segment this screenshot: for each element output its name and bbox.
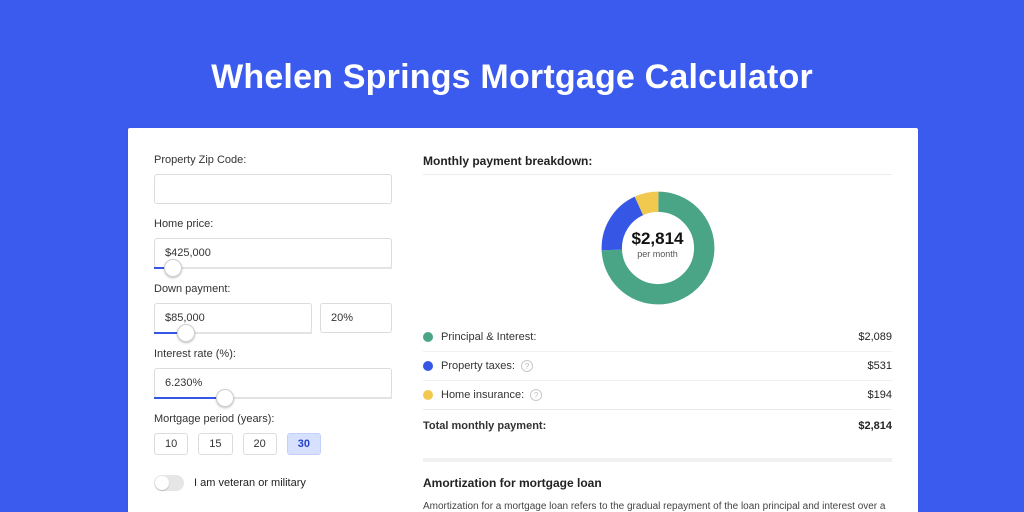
legend-dot-icon	[423, 390, 433, 400]
help-icon[interactable]: ?	[521, 360, 533, 372]
down-payment-slider[interactable]	[154, 332, 312, 334]
total-label: Total monthly payment:	[423, 420, 546, 432]
donut-center: $2,814 per month	[597, 229, 719, 259]
divider	[423, 174, 892, 175]
legend-total-row: Total monthly payment: $2,814	[423, 409, 892, 440]
legend-dot-icon	[423, 332, 433, 342]
rate-input[interactable]	[154, 368, 392, 398]
down-payment-pct-input[interactable]	[320, 303, 392, 333]
help-icon[interactable]: ?	[530, 389, 542, 401]
veteran-toggle[interactable]	[154, 475, 184, 491]
legend: Principal & Interest: $2,089 Property taxe…	[423, 323, 892, 440]
donut-sub: per month	[597, 249, 719, 259]
veteran-label: I am veteran or military	[194, 477, 306, 489]
down-payment-field: Down payment:	[154, 283, 413, 334]
legend-value: $2,089	[858, 331, 892, 343]
zip-field: Property Zip Code:	[154, 154, 413, 204]
total-value: $2,814	[858, 420, 892, 432]
legend-dot-icon	[423, 361, 433, 371]
calculator-card: Property Zip Code: Home price: Down paym…	[128, 128, 918, 512]
period-option-20[interactable]: 20	[243, 433, 277, 455]
donut-value: $2,814	[597, 229, 719, 249]
legend-row: Home insurance:? $194	[423, 380, 892, 409]
breakdown-panel: Monthly payment breakdown: $2,814 per mo…	[413, 128, 918, 512]
form-panel: Property Zip Code: Home price: Down paym…	[128, 128, 413, 512]
legend-row: Principal & Interest: $2,089	[423, 323, 892, 351]
period-option-30[interactable]: 30	[287, 433, 321, 455]
rate-slider[interactable]	[154, 397, 392, 399]
amortization-title: Amortization for mortgage loan	[423, 476, 892, 490]
legend-label: Home insurance:	[441, 389, 524, 401]
legend-row: Property taxes:? $531	[423, 351, 892, 380]
donut-wrap: $2,814 per month	[423, 187, 892, 309]
legend-label: Principal & Interest:	[441, 331, 536, 343]
period-field: Mortgage period (years): 10 15 20 30	[154, 413, 413, 455]
period-option-10[interactable]: 10	[154, 433, 188, 455]
zip-label: Property Zip Code:	[154, 154, 413, 166]
amortization-section: Amortization for mortgage loan Amortizat…	[423, 458, 892, 512]
period-option-15[interactable]: 15	[198, 433, 232, 455]
rate-field: Interest rate (%):	[154, 348, 413, 399]
home-price-input[interactable]	[154, 238, 392, 268]
zip-input[interactable]	[154, 174, 392, 204]
veteran-row: I am veteran or military	[154, 475, 413, 491]
breakdown-title: Monthly payment breakdown:	[423, 154, 892, 168]
legend-value: $531	[868, 360, 892, 372]
down-payment-label: Down payment:	[154, 283, 413, 295]
amortization-body: Amortization for a mortgage loan refers …	[423, 500, 892, 512]
legend-value: $194	[868, 389, 892, 401]
legend-label: Property taxes:	[441, 360, 515, 372]
page-title: Whelen Springs Mortgage Calculator	[0, 0, 1024, 97]
period-label: Mortgage period (years):	[154, 413, 413, 425]
home-price-field: Home price:	[154, 218, 413, 269]
home-price-slider[interactable]	[154, 267, 392, 269]
home-price-label: Home price:	[154, 218, 413, 230]
rate-label: Interest rate (%):	[154, 348, 413, 360]
